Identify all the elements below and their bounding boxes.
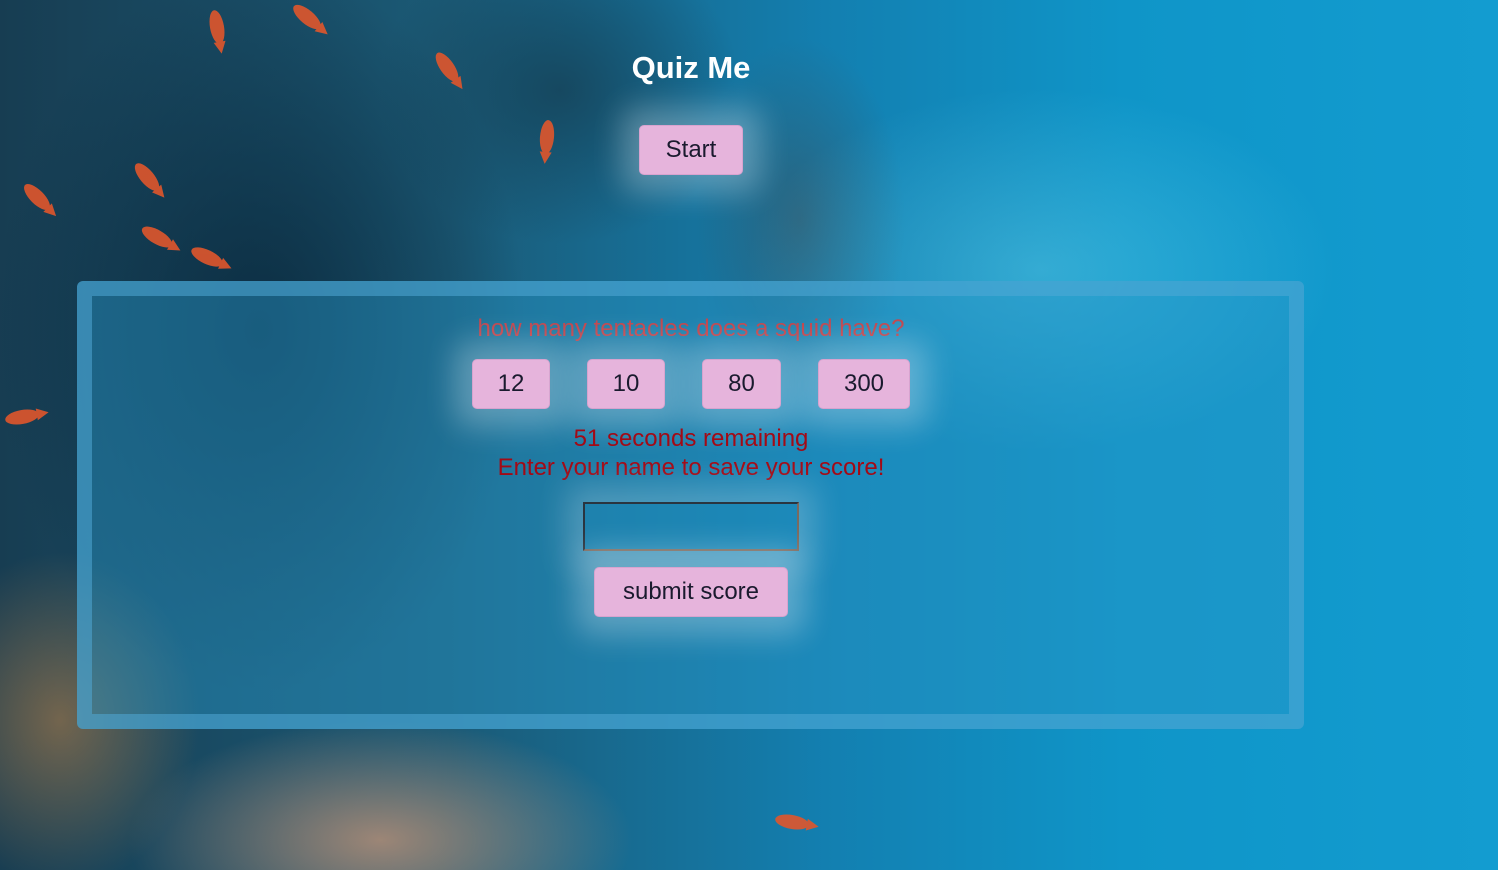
fish-decoration [4,407,40,427]
start-button[interactable]: Start [639,125,743,175]
fish-decoration [538,119,556,155]
timer-text: 51 seconds remaining [573,425,809,452]
fish-decoration [188,243,226,271]
question-text: how many tentacles does a squid have? [477,315,905,342]
answer-button-1[interactable]: 12 [472,359,550,409]
save-score-prompt: Enter your name to save your score! [497,454,885,481]
fish-decoration [207,9,227,45]
fish-decoration [20,180,54,214]
submit-score-button[interactable]: submit score [594,567,788,617]
fish-decoration [289,0,325,34]
answer-button-3[interactable]: 80 [702,359,781,409]
answer-button-2[interactable]: 10 [587,359,665,409]
answer-button-4[interactable]: 300 [818,359,910,409]
page-title: Quiz Me [631,50,751,85]
fish-decoration [138,222,176,252]
name-input[interactable] [583,502,799,551]
fish-decoration [130,159,164,195]
fish-decoration [774,812,810,832]
